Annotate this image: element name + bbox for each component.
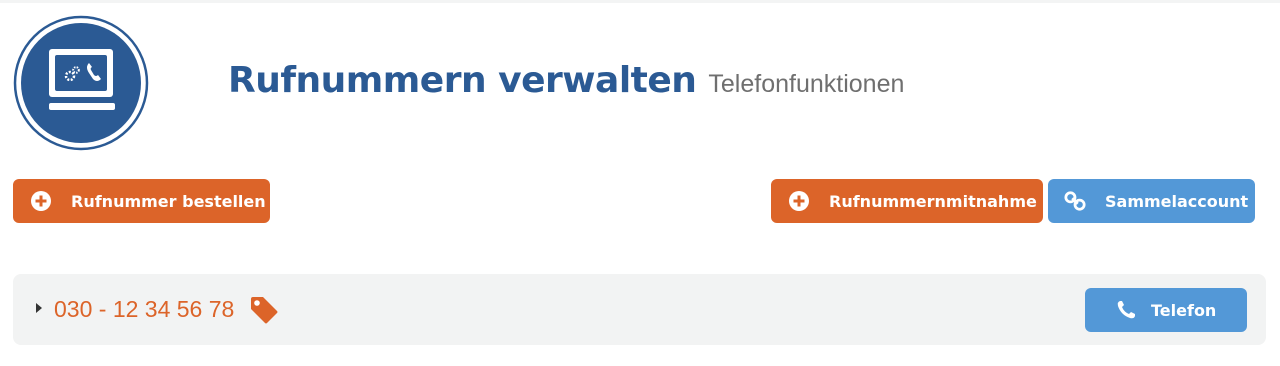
phone-number[interactable]: 030 - 12 34 56 78 <box>54 296 234 323</box>
phone-button-label: Telefon <box>1151 300 1217 320</box>
order-number-label: Rufnummer bestellen <box>71 191 266 211</box>
tag-icon[interactable] <box>249 295 279 325</box>
plus-circle-icon <box>31 191 51 211</box>
collective-account-button[interactable]: Sammelaccount <box>1048 179 1255 223</box>
page-title: Rufnummern verwalten <box>228 60 697 101</box>
number-row: 030 - 12 34 56 78 Telefon <box>13 274 1266 345</box>
order-number-button[interactable]: Rufnummer bestellen <box>13 179 270 223</box>
link-icon <box>1064 191 1086 211</box>
expand-caret-icon[interactable] <box>36 303 42 313</box>
telephony-logo-icon <box>13 15 149 151</box>
top-divider <box>0 0 1280 3</box>
page-subtitle: Telefonfunktionen <box>708 70 905 98</box>
number-porting-label: Rufnummernmitnahme <box>829 191 1037 211</box>
phone-button[interactable]: Telefon <box>1085 288 1247 332</box>
number-porting-button[interactable]: Rufnummernmitnahme <box>771 179 1043 223</box>
page-header: Rufnummern verwalten Telefonfunktionen <box>228 60 904 110</box>
plus-circle-icon <box>789 191 809 211</box>
phone-icon <box>1117 301 1135 319</box>
collective-account-label: Sammelaccount <box>1105 191 1249 211</box>
